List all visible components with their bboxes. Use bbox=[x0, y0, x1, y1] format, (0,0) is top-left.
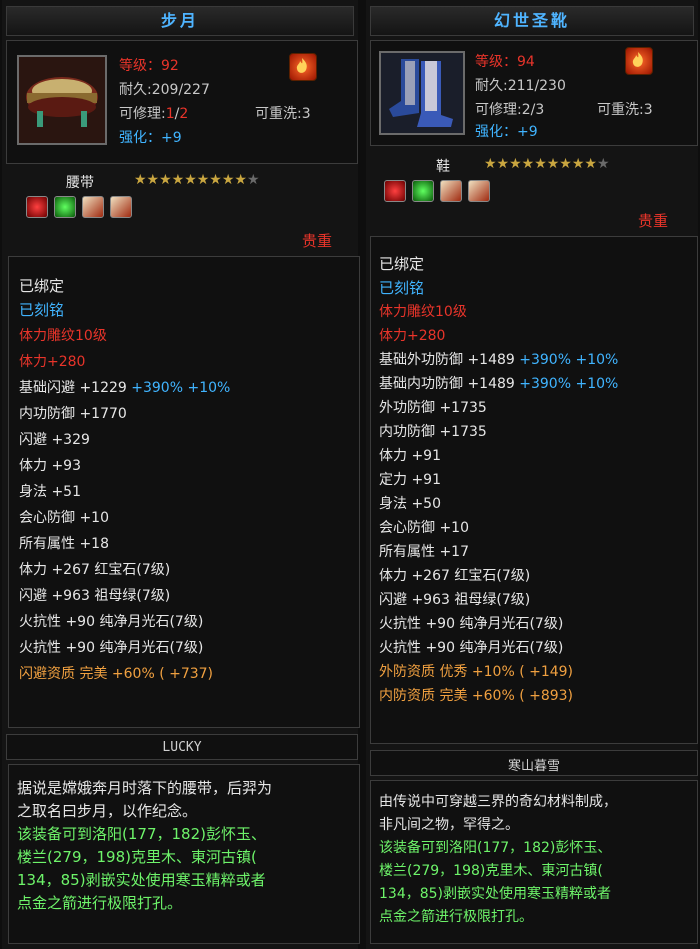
stat-line: 会心防御 +10 bbox=[19, 510, 109, 526]
item-name: 步月 bbox=[6, 6, 354, 36]
aptitude-line: 闪避资质 完美 +60% ( +737) bbox=[19, 666, 214, 682]
engraved-status: 已刻铭 bbox=[379, 279, 425, 297]
moonstone-gem-icon[interactable] bbox=[440, 180, 462, 202]
moonstone-gem-icon[interactable] bbox=[468, 180, 490, 202]
emerald-gem-icon[interactable] bbox=[54, 196, 76, 218]
item-level: 等级：94 bbox=[475, 54, 535, 70]
item-rewash: 可重洗:3 bbox=[255, 106, 311, 122]
gem-stat-line: 火抗性 +90 纯净月光石(7级) bbox=[19, 614, 204, 630]
item-durability: 耐久:209/227 bbox=[119, 82, 210, 98]
star-rating: ★★★★★★★★★★ bbox=[484, 156, 610, 172]
item-rarity: 贵重 bbox=[638, 212, 669, 230]
stat-line: 体力 +91 bbox=[379, 448, 441, 464]
stat-line: 会心防御 +10 bbox=[379, 520, 469, 536]
fire-attribute-icon bbox=[625, 47, 653, 75]
stat-line: 基础外功防御 +1489 +390% +10% bbox=[379, 352, 619, 368]
stat-line: 外功防御 +1735 bbox=[379, 400, 487, 416]
lucky-header: LUCKY bbox=[6, 734, 358, 760]
stat-line: 闪避 +329 bbox=[19, 432, 90, 448]
fire-attribute-icon bbox=[289, 53, 317, 81]
stat-line: 体力+280 bbox=[19, 354, 86, 370]
emerald-gem-icon[interactable] bbox=[412, 180, 434, 202]
belt-item-icon[interactable] bbox=[17, 55, 107, 145]
engraved-status: 已刻铭 bbox=[19, 301, 65, 319]
stat-line: 体力+280 bbox=[379, 328, 446, 344]
item-header-box: 等级：92 耐久:209/227 可修理:1/2 可重洗:3 强化：+9 bbox=[6, 40, 358, 164]
lucky-label: LUCKY bbox=[162, 740, 202, 755]
bound-status: 已绑定 bbox=[19, 277, 65, 295]
boots-item-icon[interactable] bbox=[379, 51, 465, 135]
lucky-header: 寒山暮雪 bbox=[370, 750, 698, 776]
moonstone-gem-icon[interactable] bbox=[82, 196, 104, 218]
gem-stat-line: 闪避 +963 祖母绿(7级) bbox=[19, 588, 171, 604]
stat-line: 基础内功防御 +1489 +390% +10% bbox=[379, 376, 619, 392]
item-tooltip-left: 步月 等级：92 耐久:209/227 可修理:1/2 可重洗:3 强化：+9 … bbox=[2, 0, 360, 949]
item-level: 等级：92 bbox=[119, 58, 179, 74]
item-type: 腰带 bbox=[66, 175, 94, 191]
aptitude-line: 内防资质 完美 +60% ( +893) bbox=[379, 688, 574, 704]
item-durability: 耐久:211/230 bbox=[475, 78, 566, 94]
moonstone-gem-icon[interactable] bbox=[110, 196, 132, 218]
description-box: 由传说中可穿越三界的奇幻材料制成， 非凡间之物，罕得之。 该装备可到洛阳(177… bbox=[370, 780, 698, 944]
stat-line: 内功防御 +1735 bbox=[379, 424, 487, 440]
item-rewash: 可重洗:3 bbox=[597, 102, 653, 118]
stat-line: 体力 +93 bbox=[19, 458, 81, 474]
stat-line: 所有属性 +17 bbox=[379, 544, 469, 560]
gem-stat-line: 闪避 +963 祖母绿(7级) bbox=[379, 592, 531, 608]
gem-stat-line: 体力 +267 红宝石(7级) bbox=[379, 568, 531, 584]
item-repairable: 可修理:2/3 bbox=[475, 102, 545, 118]
stat-line: 体力雕纹10级 bbox=[379, 304, 467, 320]
stat-line: 身法 +50 bbox=[379, 496, 441, 512]
gem-stat-line: 体力 +267 红宝石(7级) bbox=[19, 562, 171, 578]
item-enhance: 强化：+9 bbox=[119, 130, 182, 146]
item-stats-box: 已绑定 已刻铭 体力雕纹10级 体力+280 基础闪避 +1229 +390% … bbox=[8, 256, 360, 728]
stat-line: 身法 +51 bbox=[19, 484, 81, 500]
item-enhance: 强化：+9 bbox=[475, 124, 538, 140]
gem-stat-line: 火抗性 +90 纯净月光石(7级) bbox=[19, 640, 204, 656]
stat-line: 所有属性 +18 bbox=[19, 536, 109, 552]
stat-line: 基础闪避 +1229 +390% +10% bbox=[19, 380, 231, 396]
stat-line: 体力雕纹10级 bbox=[19, 328, 107, 344]
item-header-box: 等级：94 耐久:211/230 可修理:2/3 可重洗:3 强化：+9 bbox=[370, 40, 698, 146]
item-repairable: 可修理:1/2 bbox=[119, 106, 189, 122]
description-box: 据说是嫦娥奔月时落下的腰带，后羿为 之取名曰步月，以作纪念。 该装备可到洛阳(1… bbox=[8, 764, 360, 944]
stat-line: 定力 +91 bbox=[379, 472, 441, 488]
stat-line: 内功防御 +1770 bbox=[19, 406, 127, 422]
star-rating: ★★★★★★★★★★ bbox=[134, 172, 260, 188]
ruby-gem-icon[interactable] bbox=[26, 196, 48, 218]
bound-status: 已绑定 bbox=[379, 255, 425, 273]
gem-stat-line: 火抗性 +90 纯净月光石(7级) bbox=[379, 640, 564, 656]
item-tooltip-right: 幻世圣靴 等级：94 耐久:211/230 可修理:2/3 可重洗:3 强化：+… bbox=[366, 0, 698, 949]
item-rarity: 贵重 bbox=[302, 232, 333, 250]
item-name: 幻世圣靴 bbox=[370, 6, 694, 36]
aptitude-line: 外防资质 优秀 +10% ( +149) bbox=[379, 664, 574, 680]
item-type: 鞋 bbox=[436, 159, 450, 175]
gem-stat-line: 火抗性 +90 纯净月光石(7级) bbox=[379, 616, 564, 632]
lucky-label: 寒山暮雪 bbox=[507, 759, 560, 774]
item-description: 由传说中可穿越三界的奇幻材料制成， 非凡间之物，罕得之。 该装备可到洛阳(177… bbox=[379, 794, 617, 925]
ruby-gem-icon[interactable] bbox=[384, 180, 406, 202]
item-description: 据说是嫦娥奔月时落下的腰带，后羿为 之取名曰步月，以作纪念。 该装备可到洛阳(1… bbox=[17, 779, 273, 912]
item-stats-box: 已绑定 已刻铭 体力雕纹10级 体力+280 基础外功防御 +1489 +390… bbox=[370, 236, 698, 744]
